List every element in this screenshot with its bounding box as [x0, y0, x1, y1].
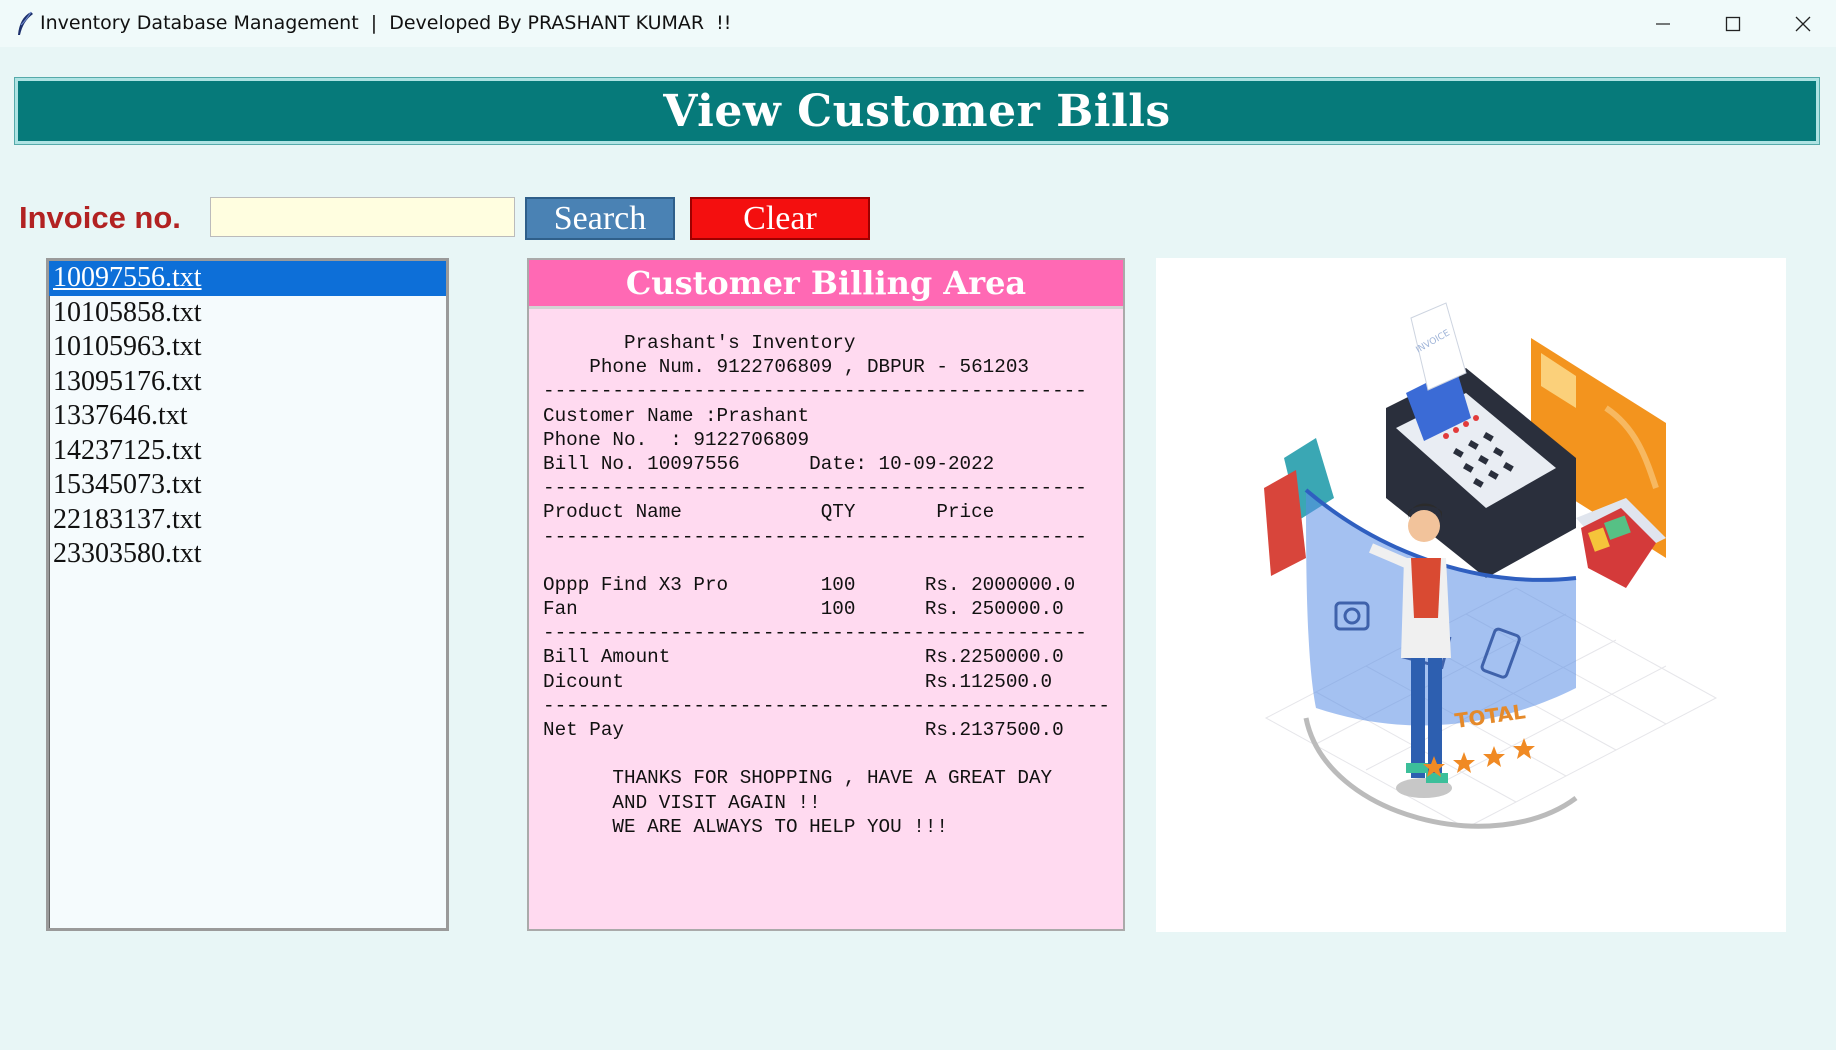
- page-banner: View Customer Bills: [14, 77, 1820, 145]
- pos-illustration: TOTAL INVOICE: [1156, 258, 1786, 932]
- bill-line: Bill No. 10097556 Date: 10-09-2022: [543, 452, 995, 475]
- file-list-item[interactable]: 14237125.txt: [49, 434, 446, 469]
- minimize-icon: [1656, 22, 1670, 25]
- file-list-item[interactable]: 10097556.txt: [49, 261, 446, 296]
- bill-line: Oppp Find X3 Pro 100 Rs. 2000000.0: [543, 573, 1076, 596]
- bill-text[interactable]: Prashant's Inventory Phone Num. 91227068…: [529, 309, 1123, 839]
- bill-line: Net Pay Rs.2137500.0: [543, 719, 1064, 741]
- file-list-item[interactable]: 10105963.txt: [49, 330, 446, 365]
- bill-line: THANKS FOR SHOPPING , HAVE A GREAT DAY: [543, 767, 1053, 790]
- invoice-search-input[interactable]: [210, 197, 515, 237]
- bill-line: Bill Amount Rs.2250000.0: [543, 646, 1064, 669]
- bill-line: ----------------------------------------…: [543, 477, 1087, 500]
- feather-icon: [18, 11, 33, 35]
- cashier-pos-illustration: TOTAL INVOICE: [1264, 302, 1718, 829]
- bill-line: ----------------------------------------…: [543, 694, 1110, 717]
- customer-billing-area: Customer Billing Area Prashant's Invento…: [527, 258, 1125, 931]
- close-icon: [1795, 16, 1811, 31]
- page-title: View Customer Bills: [663, 85, 1171, 137]
- invoice-label: Invoice no.: [19, 200, 181, 235]
- bill-line: Customer Name :Prashant: [543, 404, 810, 427]
- file-list-item[interactable]: 13095176.txt: [49, 365, 446, 400]
- window-title: Inventory Database Management | Develope…: [40, 12, 732, 34]
- file-list-item[interactable]: 1337646.txt: [49, 399, 446, 434]
- file-list-item[interactable]: 23303580.txt: [49, 537, 446, 572]
- file-list-item[interactable]: 22183137.txt: [49, 503, 446, 538]
- maximize-button[interactable]: [1698, 0, 1768, 47]
- search-button[interactable]: Search: [525, 197, 675, 240]
- billing-title: Customer Billing Area: [625, 264, 1027, 302]
- bill-line: ----------------------------------------…: [543, 622, 1087, 645]
- window-titlebar: Inventory Database Management | Develope…: [0, 0, 1836, 47]
- bill-line: [543, 549, 1123, 573]
- maximize-icon: [1725, 16, 1741, 31]
- bill-line: Phone No. : 9122706809: [543, 428, 810, 451]
- bill-line: Prashant's Inventory: [543, 332, 856, 354]
- bill-line: [543, 742, 1123, 766]
- bill-line: WE ARE ALWAYS TO HELP YOU !!!: [543, 815, 948, 838]
- bill-line: AND VISIT AGAIN !!: [543, 791, 821, 814]
- file-list-item[interactable]: 10105858.txt: [49, 296, 446, 331]
- billing-header: Customer Billing Area: [529, 260, 1123, 309]
- bill-line: Product Name QTY Price: [543, 501, 995, 524]
- clear-button[interactable]: Clear: [690, 197, 870, 240]
- close-button[interactable]: [1768, 0, 1836, 47]
- bill-file-list[interactable]: 10097556.txt 10105858.txt 10105963.txt 1309…: [46, 258, 449, 931]
- bill-line: Dicount Rs.112500.0: [543, 670, 1053, 693]
- file-list-item[interactable]: 15345073.txt: [49, 468, 446, 503]
- bill-line: ----------------------------------------…: [543, 380, 1087, 403]
- bill-line: Fan 100 Rs. 250000.0: [543, 598, 1064, 621]
- minimize-button[interactable]: [1628, 0, 1698, 47]
- bill-line: ----------------------------------------…: [543, 525, 1087, 548]
- bill-line: Phone Num. 9122706809 , DBPUR - 561203: [543, 356, 1029, 379]
